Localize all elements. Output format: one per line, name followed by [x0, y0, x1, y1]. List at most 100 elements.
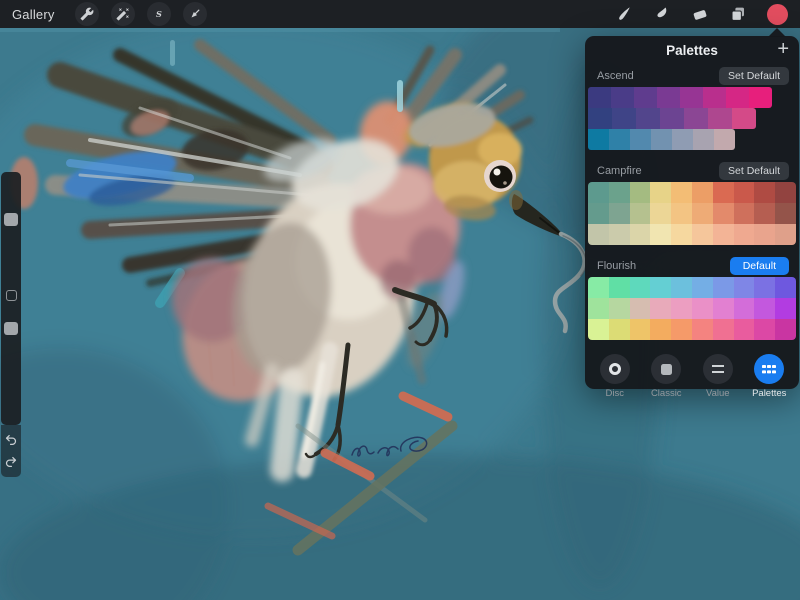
palette-swatch[interactable]: [775, 182, 796, 203]
palette-swatch[interactable]: [630, 182, 651, 203]
palette-swatch[interactable]: [726, 87, 749, 108]
palette-swatch[interactable]: [588, 319, 609, 340]
palette-swatch[interactable]: [588, 87, 611, 108]
palette-swatch[interactable]: [609, 203, 630, 224]
palette-swatch[interactable]: [775, 277, 796, 298]
layers-button[interactable]: [729, 5, 747, 23]
palette-swatch[interactable]: [708, 108, 732, 129]
palette-swatch[interactable]: [713, 277, 734, 298]
palette-swatch[interactable]: [630, 319, 651, 340]
tab-value[interactable]: Value: [692, 354, 744, 399]
palette-swatch[interactable]: [609, 182, 630, 203]
palette-swatch[interactable]: [713, 182, 734, 203]
palette-swatch[interactable]: [775, 203, 796, 224]
palette-swatch[interactable]: [734, 319, 755, 340]
transform-button[interactable]: [183, 2, 207, 26]
palette-swatch[interactable]: [693, 129, 714, 150]
palette-swatch[interactable]: [671, 319, 692, 340]
palette-swatch[interactable]: [609, 224, 630, 245]
palette-swatch[interactable]: [754, 277, 775, 298]
palette-swatch[interactable]: [713, 319, 734, 340]
smudge-button[interactable]: [653, 5, 671, 23]
palette-swatch[interactable]: [732, 108, 756, 129]
palette-swatch[interactable]: [754, 182, 775, 203]
palette-swatch[interactable]: [588, 108, 612, 129]
palette-swatch[interactable]: [703, 87, 726, 108]
active-color-swatch[interactable]: [767, 4, 788, 25]
palette-swatch[interactable]: [692, 224, 713, 245]
palette-swatch[interactable]: [734, 277, 755, 298]
gallery-button[interactable]: Gallery: [12, 7, 55, 22]
palette-swatch[interactable]: [651, 129, 672, 150]
palette-swatch[interactable]: [684, 108, 708, 129]
palette-swatch[interactable]: [692, 298, 713, 319]
palette-swatch[interactable]: [754, 203, 775, 224]
redo-icon[interactable]: [4, 455, 18, 469]
set-default-button[interactable]: Set Default: [719, 67, 789, 85]
brush-size-slider[interactable]: [4, 213, 18, 226]
palette-swatch[interactable]: [609, 319, 630, 340]
palette-swatch[interactable]: [714, 129, 735, 150]
palette-swatch[interactable]: [680, 87, 703, 108]
palette-swatch[interactable]: [713, 203, 734, 224]
palette-swatch[interactable]: [671, 224, 692, 245]
palette-swatch[interactable]: [588, 203, 609, 224]
palette-swatch[interactable]: [630, 129, 651, 150]
palette-swatch[interactable]: [630, 298, 651, 319]
palette-swatch[interactable]: [692, 277, 713, 298]
palette-swatch[interactable]: [650, 182, 671, 203]
set-default-button[interactable]: Set Default: [719, 162, 789, 180]
palette-swatch[interactable]: [672, 129, 693, 150]
adjustments-button[interactable]: [111, 2, 135, 26]
tab-palettes[interactable]: Palettes: [744, 354, 796, 399]
palette-swatch[interactable]: [734, 203, 755, 224]
palette-swatch[interactable]: [630, 224, 651, 245]
palette-swatch[interactable]: [775, 224, 796, 245]
palette-swatch[interactable]: [634, 87, 657, 108]
palette-swatch[interactable]: [734, 182, 755, 203]
actions-button[interactable]: [75, 2, 99, 26]
palette-swatch[interactable]: [636, 108, 660, 129]
palette-swatch[interactable]: [671, 203, 692, 224]
palette-swatch[interactable]: [650, 224, 671, 245]
palette-swatch[interactable]: [692, 319, 713, 340]
palette-swatch[interactable]: [671, 277, 692, 298]
tab-disc[interactable]: Disc: [589, 354, 641, 399]
palette-swatch[interactable]: [734, 298, 755, 319]
palette-swatch[interactable]: [588, 298, 609, 319]
palette-swatch[interactable]: [671, 182, 692, 203]
opacity-slider[interactable]: [4, 322, 18, 335]
palette-swatch[interactable]: [713, 298, 734, 319]
palette-swatch[interactable]: [609, 129, 630, 150]
palette-swatch[interactable]: [657, 87, 680, 108]
selection-button[interactable]: S: [147, 2, 171, 26]
palette-swatch[interactable]: [660, 108, 684, 129]
palette-swatch[interactable]: [609, 277, 630, 298]
palette-swatch[interactable]: [775, 319, 796, 340]
palette-swatch[interactable]: [611, 87, 634, 108]
palette-swatch[interactable]: [650, 298, 671, 319]
palette-swatch[interactable]: [588, 224, 609, 245]
palette-swatch[interactable]: [650, 203, 671, 224]
default-active-button[interactable]: Default: [730, 257, 789, 275]
palette-swatch[interactable]: [588, 277, 609, 298]
palette-swatch[interactable]: [612, 108, 636, 129]
palette-swatch[interactable]: [650, 319, 671, 340]
palette-swatch[interactable]: [650, 277, 671, 298]
palette-swatch[interactable]: [630, 203, 651, 224]
palette-swatch[interactable]: [754, 224, 775, 245]
palette-swatch[interactable]: [775, 298, 796, 319]
palette-swatch[interactable]: [609, 298, 630, 319]
paint-brush-button[interactable]: [615, 5, 633, 23]
tab-classic[interactable]: Classic: [641, 354, 693, 399]
palette-swatch[interactable]: [734, 224, 755, 245]
add-palette-button[interactable]: +: [777, 39, 789, 59]
palette-swatch[interactable]: [754, 319, 775, 340]
eraser-button[interactable]: [691, 5, 709, 23]
palette-swatch[interactable]: [713, 224, 734, 245]
palette-swatch[interactable]: [630, 277, 651, 298]
modify-button[interactable]: [6, 290, 17, 301]
palette-swatch[interactable]: [588, 129, 609, 150]
palette-swatch[interactable]: [754, 298, 775, 319]
palette-swatch[interactable]: [692, 203, 713, 224]
